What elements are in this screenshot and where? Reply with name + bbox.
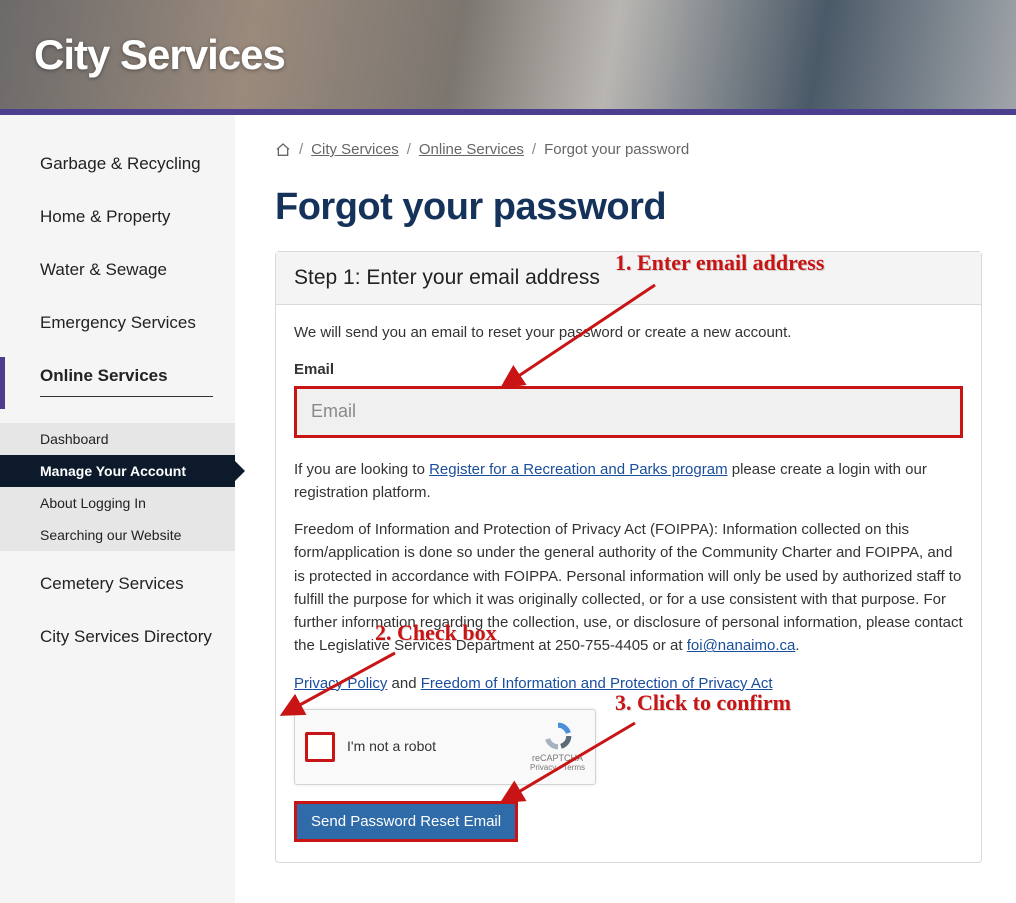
email-label: Email xyxy=(294,358,963,381)
reset-panel: Step 1: Enter your email address We will… xyxy=(275,251,982,863)
send-reset-button[interactable]: Send Password Reset Email xyxy=(294,801,518,842)
sidebar-item-online-services[interactable]: Online Services xyxy=(0,357,235,409)
sidebar-sub-searching-website[interactable]: Searching our Website xyxy=(0,519,235,551)
panel-step-title: Step 1: Enter your email address xyxy=(276,252,981,305)
register-prefix: If you are looking to xyxy=(294,461,429,478)
sidebar-item-directory[interactable]: City Services Directory xyxy=(0,618,235,657)
breadcrumb-sep: / xyxy=(532,141,536,158)
privacy-policy-link[interactable]: Privacy Policy xyxy=(294,675,387,692)
recaptcha-badge: reCAPTCHA Privacy - Terms xyxy=(530,720,585,773)
breadcrumb-link-2[interactable]: Online Services xyxy=(419,141,524,158)
banner-title: City Services xyxy=(34,31,285,79)
recaptcha-label: I'm not a robot xyxy=(347,736,530,758)
email-field[interactable] xyxy=(294,386,963,438)
breadcrumb-sep: / xyxy=(407,141,411,158)
foippa-paragraph: Freedom of Information and Protection of… xyxy=(294,518,963,658)
sidebar-sub-manage-account[interactable]: Manage Your Account xyxy=(0,455,235,487)
sidebar-item-cemetery[interactable]: Cemetery Services xyxy=(0,565,235,604)
breadcrumb-sep: / xyxy=(299,141,303,158)
breadcrumb-current: Forgot your password xyxy=(544,141,689,158)
panel-intro: We will send you an email to reset your … xyxy=(294,321,963,344)
sidebar-sublist: Dashboard Manage Your Account About Logg… xyxy=(0,423,235,551)
sidebar-item-home-property[interactable]: Home & Property xyxy=(0,198,235,237)
recaptcha-checkbox[interactable] xyxy=(305,732,335,762)
page-title: Forgot your password xyxy=(275,186,982,229)
sidebar-item-garbage[interactable]: Garbage & Recycling xyxy=(0,145,235,184)
home-icon[interactable] xyxy=(275,142,291,158)
sidebar-item-label: Online Services xyxy=(40,365,213,397)
foippa-link[interactable]: Freedom of Information and Protection of… xyxy=(421,675,773,692)
foippa-text: Freedom of Information and Protection of… xyxy=(294,521,963,654)
sidebar-nav: Garbage & Recycling Home & Property Wate… xyxy=(0,115,235,903)
sidebar-sub-dashboard[interactable]: Dashboard xyxy=(0,423,235,455)
sidebar-item-emergency[interactable]: Emergency Services xyxy=(0,304,235,343)
page-banner: City Services xyxy=(0,0,1016,115)
recaptcha-widget: I'm not a robot reCAPTCHA Privacy - Term… xyxy=(294,709,596,785)
main-content: / City Services / Online Services / Forg… xyxy=(235,115,1016,903)
privacy-links: Privacy Policy and Freedom of Informatio… xyxy=(294,672,963,695)
register-paragraph: If you are looking to Register for a Rec… xyxy=(294,458,963,505)
foi-email-link[interactable]: foi@nanaimo.ca xyxy=(687,637,796,654)
sidebar-sub-about-logging-in[interactable]: About Logging In xyxy=(0,487,235,519)
recaptcha-terms[interactable]: Privacy - Terms xyxy=(530,764,585,773)
breadcrumb-link-1[interactable]: City Services xyxy=(311,141,399,158)
sidebar-item-water-sewage[interactable]: Water & Sewage xyxy=(0,251,235,290)
breadcrumb: / City Services / Online Services / Forg… xyxy=(275,141,982,158)
register-link[interactable]: Register for a Recreation and Parks prog… xyxy=(429,461,727,478)
recaptcha-icon xyxy=(542,720,574,752)
